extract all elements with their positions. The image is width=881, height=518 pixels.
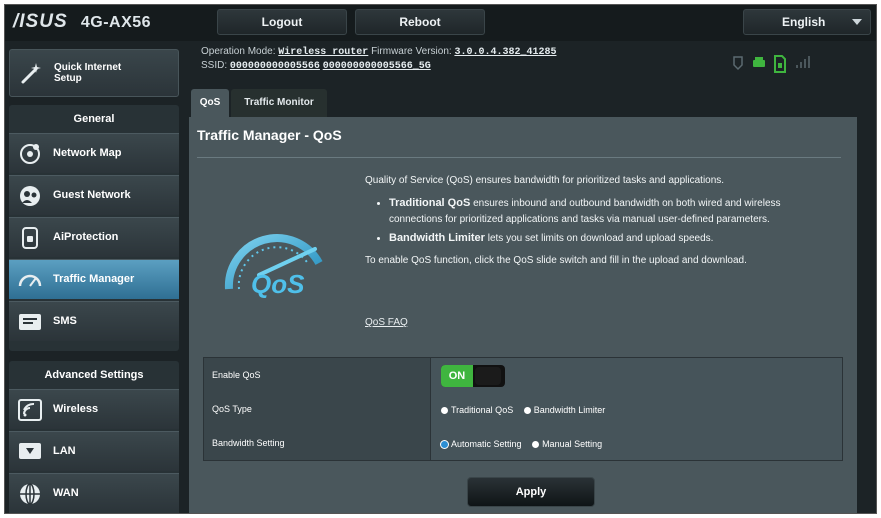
firmware-label: Firmware Version: [371,46,452,57]
operation-mode-label: Operation Mode: [201,46,276,57]
tab-qos[interactable]: QoS [191,89,229,117]
wand-icon [21,63,41,84]
intro-text: Quality of Service (QoS) ensures bandwid… [365,175,725,186]
qos-type-cell: Traditional QoS Bandwidth Limiter [430,392,842,426]
traffic-manager-icon [18,274,42,287]
qos-faq-link[interactable]: QoS FAQ [365,317,408,328]
enable-note: To enable QoS function, click the QoS sl… [365,255,747,266]
enable-qos-cell: ON [430,358,842,392]
lan-icon [19,443,41,459]
option-label: Manual Setting [542,438,603,449]
sidebar-item-wan[interactable]: WAN [9,473,179,513]
general-header: General [73,113,115,125]
status-info: Operation Mode: Wireless router Firmware… [201,45,556,73]
qos-type-traditional-option[interactable]: Traditional QoS [441,393,513,427]
quick-internet-setup-button[interactable]: Quick Internet Setup [9,49,179,97]
network-map-icon [20,144,40,164]
enable-qos-toggle[interactable]: ON [441,365,505,387]
sidebar-item-traffic-manager[interactable]: Traffic Manager [9,259,179,299]
printer-icon[interactable] [751,55,767,76]
bandwidth-automatic-option[interactable]: Automatic Setting [441,427,522,461]
option-label: Traditional QoS [451,404,514,415]
gauge-text: QoS [251,269,305,299]
sidebar-item-aiprotection[interactable]: AiProtection [9,217,179,257]
model-name: 4G-AX56 [80,14,152,31]
quick-setup-label: Quick Internet Setup [54,62,122,84]
toggle-on-label: ON [441,365,473,387]
ssid-label: SSID: [201,60,228,71]
sidebar-item-label: AiProtection [53,231,119,243]
qos-type-label: QoS Type [204,392,430,426]
page-title: Traffic Manager - QoS [197,127,342,143]
sidebar-item-label: Wireless [53,403,99,415]
top-bar: /ISUS 4G-AX56 Logout Reboot English [5,5,876,41]
operation-mode-link[interactable]: Wireless router [278,47,368,58]
advanced-settings-header: Advanced Settings [44,369,144,381]
ssid-24ghz[interactable]: 000000000005566 [230,61,320,72]
signal-strength-icon[interactable] [795,55,811,74]
qos-description: Quality of Service (QoS) ensures bandwid… [365,173,831,269]
language-select[interactable]: English [743,9,871,35]
tab-traffic-monitor[interactable]: Traffic Monitor [231,89,327,117]
bullet-title: Bandwidth Limiter [389,232,485,244]
ssid-5ghz[interactable]: 000000000005566_5G [323,61,431,72]
usb-icon[interactable] [731,55,745,76]
sidebar-item-label: Guest Network [53,189,131,201]
toggle-knob [475,367,501,385]
sidebar-item-label: Traffic Manager [53,273,135,285]
reboot-button[interactable]: Reboot [355,9,485,35]
guest-network-icon [20,186,40,206]
sim-card-icon[interactable] [773,55,787,78]
sidebar: Quick Internet Setup General Network Map [5,41,183,513]
qos-panel: Traffic Manager - QoS QoS Quality of Ser… [189,117,857,513]
qos-type-bandwidth-limiter-option[interactable]: Bandwidth Limiter [523,393,606,427]
sms-icon [19,314,41,330]
sidebar-item-wireless[interactable]: Wireless [9,389,179,429]
table-row: Enable QoS ON [204,358,842,392]
language-value: English [782,15,826,29]
sidebar-item-label: LAN [53,445,76,457]
qos-speedometer-icon: QoS [224,234,323,299]
radio-icon [441,406,448,414]
title-divider [197,157,841,158]
brand-logo[interactable]: /ISUS 4G-AX56 [13,11,151,33]
sidebar-item-network-map[interactable]: Network Map [9,133,179,173]
bullet-text: lets you set limits on download and uplo… [484,233,714,244]
router-admin-window: /ISUS 4G-AX56 Logout Reboot English Quic… [4,4,877,514]
qos-settings-table: Enable QoS ON QoS Type Traditional QoS B… [203,357,843,461]
general-section: General Network Map Guest Network AiProt… [9,105,179,351]
radio-selected-icon [441,440,448,448]
sidebar-item-guest-network[interactable]: Guest Network [9,175,179,215]
list-item: Traditional QoS ensures inbound and outb… [389,195,831,228]
advanced-settings-section: Advanced Settings Wireless LAN WAN [9,361,179,513]
bandwidth-setting-label: Bandwidth Setting [204,426,430,460]
sidebar-item-label: Network Map [53,147,122,159]
table-row: Bandwidth Setting Automatic Setting Manu… [204,426,842,460]
radio-icon [523,406,531,414]
list-item: Bandwidth Limiter lets you set limits on… [389,230,831,247]
wireless-icon [18,399,42,421]
bandwidth-setting-cell: Automatic Setting Manual Setting [430,426,842,460]
enable-qos-label: Enable QoS [204,358,430,392]
qos-feature-list: Traditional QoS ensures inbound and outb… [389,195,831,247]
sidebar-item-label: WAN [53,487,79,499]
radio-icon [532,440,540,448]
bullet-title: Traditional QoS [389,197,471,209]
sidebar-item-label: SMS [53,315,77,327]
table-row: QoS Type Traditional QoS Bandwidth Limit… [204,392,842,426]
sidebar-item-sms[interactable]: SMS [9,301,179,341]
firmware-version-link[interactable]: 3.0.0.4.382_41285 [454,47,556,58]
option-label: Bandwidth Limiter [533,404,606,415]
chevron-down-icon [852,19,862,25]
aiprotection-icon [22,227,38,249]
brand-name: /ISUS [13,11,68,32]
wan-icon [20,483,40,505]
sidebar-item-lan[interactable]: LAN [9,431,179,471]
option-label: Automatic Setting [451,438,522,449]
logout-button[interactable]: Logout [217,9,347,35]
bandwidth-manual-option[interactable]: Manual Setting [532,427,602,461]
apply-button[interactable]: Apply [467,477,595,507]
